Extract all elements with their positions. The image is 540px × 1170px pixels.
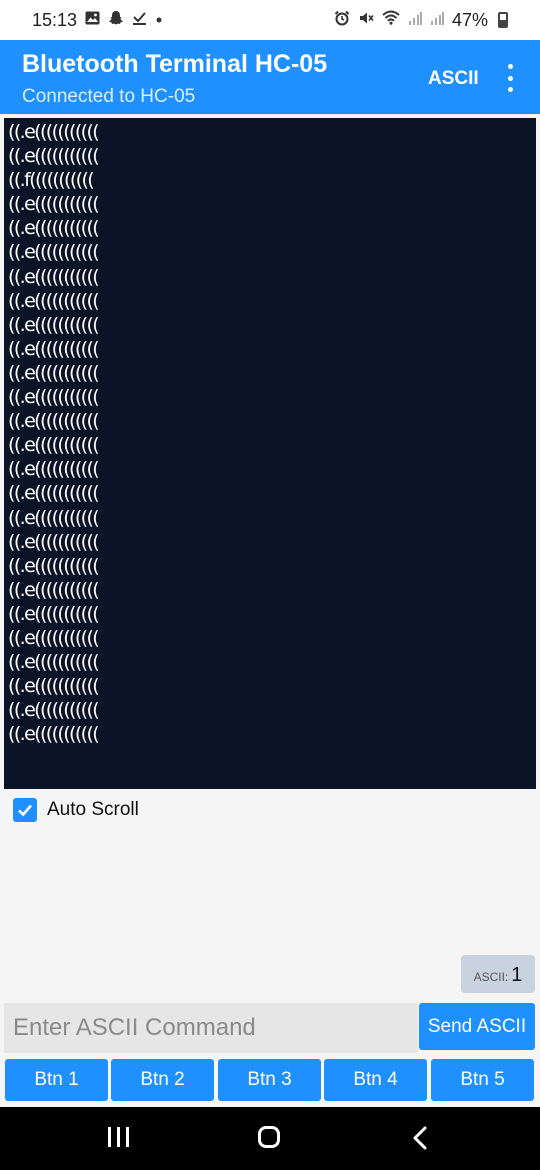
terminal-line: ((.e((((((((((( <box>8 458 100 481</box>
terminal-line: ((.e((((((((((( <box>8 578 100 601</box>
overflow-menu-icon[interactable] <box>498 64 522 92</box>
terminal-line: ((.e((((((((((( <box>8 265 100 288</box>
ascii-mode-button[interactable]: ASCII <box>428 68 479 90</box>
signal-icon <box>430 11 444 30</box>
terminal-line: ((.e((((((((((( <box>8 337 100 360</box>
wifi-icon <box>382 10 400 30</box>
battery-percent: 47% <box>451 9 488 30</box>
ascii-counter-value: 1 <box>511 964 523 986</box>
terminal-line: ((.e((((((((((( <box>8 554 100 577</box>
terminal-line: ((.e((((((((((( <box>8 723 100 746</box>
btn-5[interactable]: Btn 5 <box>431 1059 534 1101</box>
ascii-counter-label: ASCII: <box>473 970 509 984</box>
terminal-output[interactable]: ((.e(((((((((((((.e(((((((((((((.f((((((… <box>4 118 536 789</box>
terminal-line: ((.e((((((((((( <box>8 217 100 240</box>
download-done-icon <box>132 10 147 30</box>
ascii-counter: ASCII: 1 <box>461 955 535 993</box>
terminal-line: ((.e((((((((((( <box>8 289 100 312</box>
terminal-line: ((.e((((((((((( <box>8 699 100 722</box>
connection-status: Connected to HC-05 <box>22 86 196 107</box>
terminal-line: ((.e((((((((((( <box>8 410 100 433</box>
app-title: Bluetooth Terminal HC-05 <box>22 50 328 78</box>
recents-icon[interactable] <box>108 1127 130 1147</box>
terminal-line: ((.e((((((((((( <box>8 361 100 384</box>
terminal-line: ((.e((((((((((( <box>8 675 100 698</box>
terminal-line: ((.e((((((((((( <box>8 626 100 649</box>
check-icon <box>18 804 32 817</box>
terminal-line: ((.e((((((((((( <box>8 241 100 264</box>
battery-icon <box>498 12 508 28</box>
terminal-line: ((.e((((((((((( <box>8 386 100 409</box>
terminal-line: ((.e((((((((((( <box>8 434 100 457</box>
snapchat-icon <box>108 10 124 31</box>
btn-3[interactable]: Btn 3 <box>218 1059 321 1101</box>
terminal-line: ((.e((((((((((( <box>8 482 100 505</box>
status-right: 47% <box>334 10 508 31</box>
terminal-line: ((.e((((((((((( <box>8 193 100 216</box>
terminal-line: ((.e((((((((((( <box>8 506 100 529</box>
status-left: 15:13 <box>32 10 163 31</box>
gallery-icon <box>85 11 100 30</box>
terminal-line: ((.f((((((((((( <box>8 169 95 192</box>
terminal-line: ((.e((((((((((( <box>8 651 100 674</box>
ascii-command-input[interactable] <box>4 1003 418 1053</box>
auto-scroll-checkbox[interactable] <box>13 798 37 822</box>
terminal-line: ((.e((((((((((( <box>8 121 100 143</box>
terminal-line: ((.e((((((((((( <box>8 313 100 336</box>
navigation-bar <box>0 1107 540 1170</box>
macro-buttons: Btn 1 Btn 2 Btn 3 Btn 4 Btn 5 <box>5 1059 536 1102</box>
home-icon[interactable] <box>258 1126 280 1148</box>
back-icon[interactable] <box>410 1125 430 1151</box>
alarm-icon <box>334 10 350 31</box>
btn-2[interactable]: Btn 2 <box>111 1059 214 1101</box>
terminal-line: ((.e((((((((((( <box>8 530 100 553</box>
btn-1[interactable]: Btn 1 <box>5 1059 108 1101</box>
auto-scroll-toggle[interactable]: Auto Scroll <box>13 798 139 822</box>
btn-4[interactable]: Btn 4 <box>324 1059 427 1101</box>
auto-scroll-label: Auto Scroll <box>47 799 139 820</box>
mute-icon <box>358 10 374 31</box>
status-time: 15:13 <box>32 9 78 30</box>
send-ascii-button[interactable]: Send ASCII <box>419 1003 535 1050</box>
status-bar: 15:13 47% <box>0 0 540 40</box>
signal-icon <box>408 11 422 30</box>
terminal-line: ((.e((((((((((( <box>8 145 100 168</box>
dot-icon <box>155 11 163 29</box>
terminal-line: ((.e((((((((((( <box>8 602 100 625</box>
app-bar: Bluetooth Terminal HC-05 Connected to HC… <box>0 40 540 114</box>
